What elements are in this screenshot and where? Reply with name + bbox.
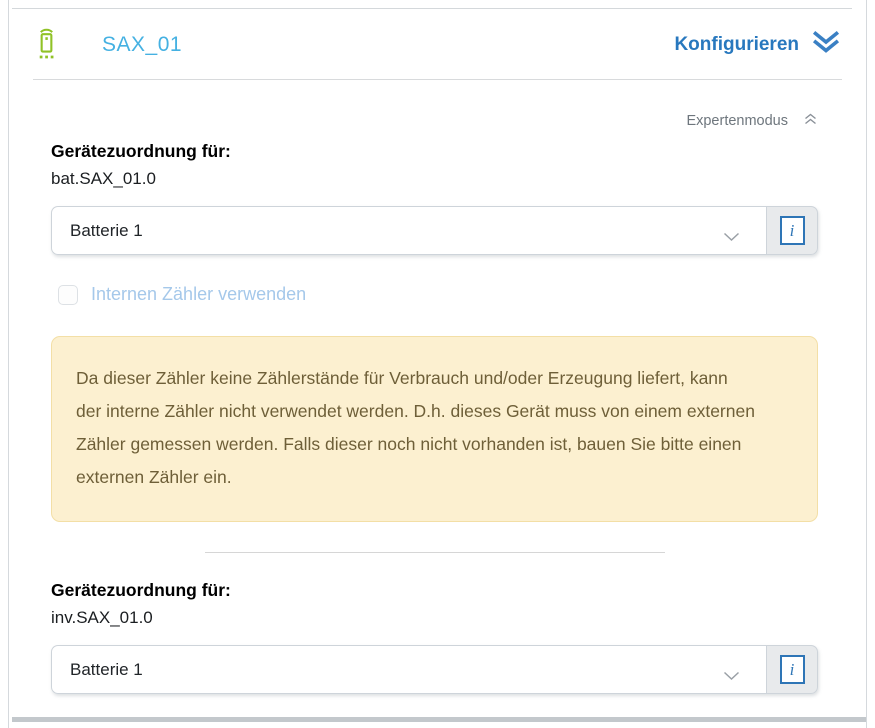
device-title: SAX_01 xyxy=(102,33,182,57)
battery-icon xyxy=(36,27,57,65)
panel-body: Expertenmodus Gerätezuordnung für: bat.S… xyxy=(9,112,866,694)
device-select-inv[interactable]: Batterie 1 xyxy=(51,645,766,694)
device-select-inv-value: Batterie 1 xyxy=(70,660,143,680)
header-divider xyxy=(33,79,842,80)
device-select-bat[interactable]: Batterie 1 xyxy=(51,206,766,255)
expert-mode-toggle[interactable]: Expertenmodus xyxy=(51,112,818,130)
expert-mode-label: Expertenmodus xyxy=(686,113,788,129)
assignment-bat-select-group: Batterie 1 i xyxy=(51,206,818,255)
panel-header: SAX_01 Konfigurieren xyxy=(9,9,866,79)
internal-counter-checkbox[interactable] xyxy=(58,285,78,305)
section-divider xyxy=(205,552,665,553)
info-button-inv[interactable]: i xyxy=(766,645,818,694)
device-config-panel: SAX_01 Konfigurieren Expertenmodus Ger xyxy=(9,9,866,694)
warning-text: Da dieser Zähler keine Zählerstände für … xyxy=(76,368,755,487)
device-select-bat-value: Batterie 1 xyxy=(70,221,143,241)
chevron-down-icon xyxy=(723,666,740,686)
next-panel-edge xyxy=(12,717,866,722)
info-icon: i xyxy=(780,216,805,245)
internal-counter-label: Internen Zähler verwenden xyxy=(91,284,306,305)
assignment-bat-device-id: bat.SAX_01.0 xyxy=(51,169,818,189)
assignment-inv-device-id: inv.SAX_01.0 xyxy=(51,608,818,628)
warning-alert: Da dieser Zähler keine Zählerstände für … xyxy=(51,336,818,522)
info-button-bat[interactable]: i xyxy=(766,206,818,255)
double-chevron-down-icon xyxy=(812,30,840,61)
chevron-down-icon xyxy=(723,227,740,247)
assignment-inv-select-group: Batterie 1 i xyxy=(51,645,818,694)
double-chevron-up-icon xyxy=(803,112,818,130)
info-icon: i xyxy=(780,655,805,684)
assignment-bat-heading: Gerätezuordnung für: xyxy=(51,141,818,162)
configure-label: Konfigurieren xyxy=(674,34,799,56)
assignment-inv-heading: Gerätezuordnung für: xyxy=(51,580,818,601)
internal-counter-row: Internen Zähler verwenden xyxy=(51,284,818,305)
panel-right-border xyxy=(866,0,867,728)
configure-button[interactable]: Konfigurieren xyxy=(674,30,840,61)
